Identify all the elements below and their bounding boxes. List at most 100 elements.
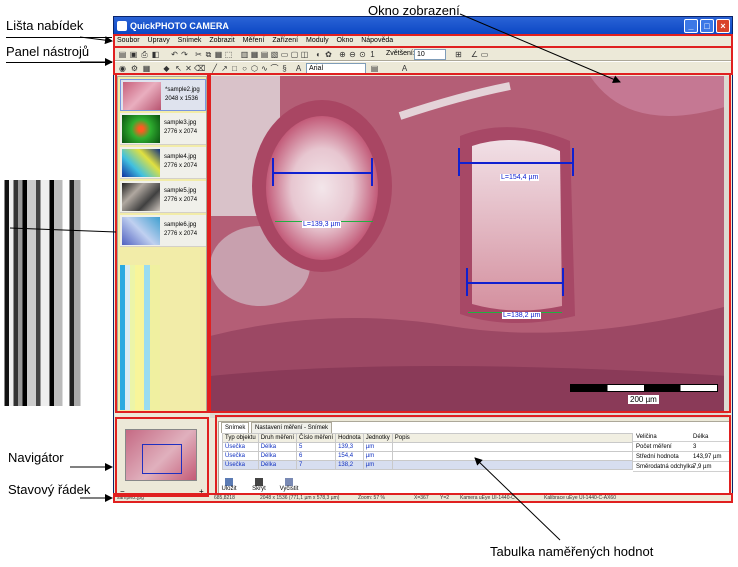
column-header[interactable]: Hodnota	[335, 433, 364, 443]
settings-icon[interactable]: ⚙	[130, 64, 139, 73]
column-header[interactable]: Číslo měření	[296, 433, 337, 443]
undo-icon[interactable]: ↶	[170, 50, 179, 59]
polygon-icon[interactable]: ⬡	[250, 64, 259, 73]
zoom-100-icon[interactable]: 1	[368, 50, 377, 59]
menu-item-napoveda[interactable]: Nápověda	[361, 37, 393, 44]
table-cell: Délka	[257, 451, 298, 461]
color-icon[interactable]: ✿	[324, 50, 333, 59]
thumbnail-name: *sample2.jpg	[165, 87, 200, 93]
zoom-out-icon[interactable]: ⊖	[348, 50, 357, 59]
layout-icon[interactable]: ▥	[240, 50, 249, 59]
table-row[interactable]: Úsečka Délka 7 138,2 µm	[222, 460, 633, 470]
paste-icon[interactable]: ▦	[214, 50, 223, 59]
select-icon[interactable]: ↖	[174, 64, 183, 73]
copy-icon[interactable]: ⧉	[204, 50, 213, 59]
font-select[interactable]: Arial	[306, 63, 366, 74]
grid-icon[interactable]: ▦	[250, 50, 259, 59]
main-toolbar: ▤ ▣ ⎙ ◧ ↶ ↷ ✂ ⧉ ▦ ⬚ ▥ ▦ ▤ ▧ ▭ ▢ ◫ ◐ ✿ ⊕ …	[114, 47, 732, 61]
table-icon[interactable]: ▧	[270, 50, 279, 59]
column-header[interactable]: Jednotky	[362, 433, 393, 443]
menu-item-okno[interactable]: Okno	[337, 37, 354, 44]
export-icon[interactable]: ◧	[151, 50, 160, 59]
measure-line[interactable]	[466, 282, 564, 284]
menu-item-snimek[interactable]: Snímek	[178, 37, 202, 44]
ellipse-icon[interactable]: ○	[240, 64, 249, 73]
thumbnail-image	[122, 149, 160, 177]
thumbnail-item[interactable]: sample6.jpg 2776 x 2074	[120, 215, 206, 247]
gallery-icon[interactable]: ▦	[142, 64, 151, 73]
text-icon[interactable]: A	[294, 64, 303, 73]
measure-line[interactable]	[272, 172, 372, 174]
navigator-preview[interactable]	[125, 429, 197, 481]
column-header[interactable]: Popis	[391, 433, 633, 443]
zoom-fit-icon[interactable]: ⊙	[358, 50, 367, 59]
table-row[interactable]: Úsečka Délka 6 154,4 µm	[222, 451, 633, 461]
column-header[interactable]: Typ objektu	[222, 433, 259, 443]
film-icon[interactable]: ▭	[280, 50, 289, 59]
menu-item-upravy[interactable]: Úpravy	[148, 37, 170, 44]
tab-snimek[interactable]: Snímek	[221, 422, 250, 433]
thumbnail-item[interactable]: sample5.jpg 2776 x 2074	[120, 181, 206, 213]
thumbnail-item[interactable]: *sample2.jpg 2048 x 1536	[120, 79, 206, 111]
menu-item-mereni[interactable]: Měření	[243, 37, 265, 44]
menu-item-moduly[interactable]: Moduly	[306, 37, 329, 44]
navigator-viewport[interactable]	[142, 444, 182, 474]
stat-row: Směrodatná odchylka 7,9 µm	[633, 462, 729, 472]
menu-item-zarizeni[interactable]: Zařízení	[272, 37, 298, 44]
font-color-icon[interactable]: A	[400, 64, 409, 73]
rectangle-icon[interactable]: □	[230, 64, 239, 73]
horizontal-scrollbar[interactable]	[210, 412, 728, 418]
spline-icon[interactable]: §	[280, 64, 289, 73]
curve-icon[interactable]: ⌒	[270, 64, 279, 73]
close-button[interactable]: ×	[716, 19, 730, 33]
camera-icon[interactable]: ◉	[118, 64, 127, 73]
redo-icon[interactable]: ↷	[180, 50, 189, 59]
maximize-button[interactable]: □	[700, 19, 714, 33]
hide-results-button[interactable]: Skrýt	[244, 478, 274, 492]
save-icon[interactable]: ▣	[129, 50, 138, 59]
image-viewer[interactable]: L=139,3 µm L=154,4 µm L=138,2 µm 200 µm	[210, 76, 728, 412]
thumbnail-item[interactable]: sample3.jpg 2776 x 2074	[120, 113, 206, 145]
font-size-icon[interactable]: ▤	[370, 64, 379, 73]
measure-icon[interactable]: ⊞	[454, 50, 463, 59]
compare-icon[interactable]: ◫	[300, 50, 309, 59]
freehand-icon[interactable]: ∿	[260, 64, 269, 73]
status-zoom: Zoom: 57 %	[358, 495, 385, 501]
line-icon[interactable]: ╱	[210, 64, 219, 73]
minimize-button[interactable]: _	[684, 19, 698, 33]
cursor-color-icon[interactable]: ◆	[162, 64, 171, 73]
cut-icon[interactable]: ✂	[194, 50, 203, 59]
tab-nastaveni-mereni[interactable]: Nastavení měření - Snímek	[251, 422, 333, 433]
delete-icon[interactable]: ✕	[184, 64, 193, 73]
stat-value: 3	[693, 444, 697, 450]
scale-bar	[570, 384, 718, 392]
app-window: QuickPHOTO CAMERA _ □ × Soubor Úpravy Sn…	[113, 16, 733, 502]
arrow-icon[interactable]: ↗	[220, 64, 229, 73]
zoom-in-icon[interactable]: ⊕	[338, 50, 347, 59]
columns-icon[interactable]: ▤	[260, 50, 269, 59]
window-icon[interactable]: ▭	[480, 50, 489, 59]
menu-bar: Soubor Úpravy Snímek Zobrazit Měření Zař…	[114, 35, 732, 47]
table-row[interactable]: Úsečka Délka 5 139,3 µm	[222, 442, 633, 452]
vertical-scrollbar[interactable]	[724, 76, 730, 412]
frame-icon[interactable]: ▢	[290, 50, 299, 59]
menu-item-zobrazit[interactable]: Zobrazit	[209, 37, 234, 44]
angle-icon[interactable]: ∠	[470, 50, 479, 59]
menu-item-soubor[interactable]: Soubor	[117, 37, 140, 44]
thumbnail-image	[122, 183, 160, 211]
table-cell	[391, 451, 633, 461]
thumbnail-item[interactable]: sample4.jpg 2776 x 2074	[120, 147, 206, 179]
zoom-select[interactable]: 10	[414, 49, 446, 60]
eraser-icon[interactable]: ⌫	[194, 64, 205, 73]
measure-line[interactable]	[458, 162, 574, 164]
crop-icon[interactable]: ⬚	[224, 50, 233, 59]
contrast-icon[interactable]: ◐	[314, 50, 323, 59]
results-table: Typ objektu Druh měření Číslo měření Hod…	[222, 433, 633, 470]
print-icon[interactable]: ⎙	[140, 50, 149, 59]
clear-results-button[interactable]: Vyčistit	[274, 478, 304, 492]
status-x: X=367	[414, 495, 429, 501]
column-header[interactable]: Druh měření	[257, 433, 298, 443]
open-icon[interactable]: ▤	[118, 50, 127, 59]
left-artifact	[0, 180, 112, 406]
save-results-button[interactable]: Uložit	[214, 478, 244, 492]
